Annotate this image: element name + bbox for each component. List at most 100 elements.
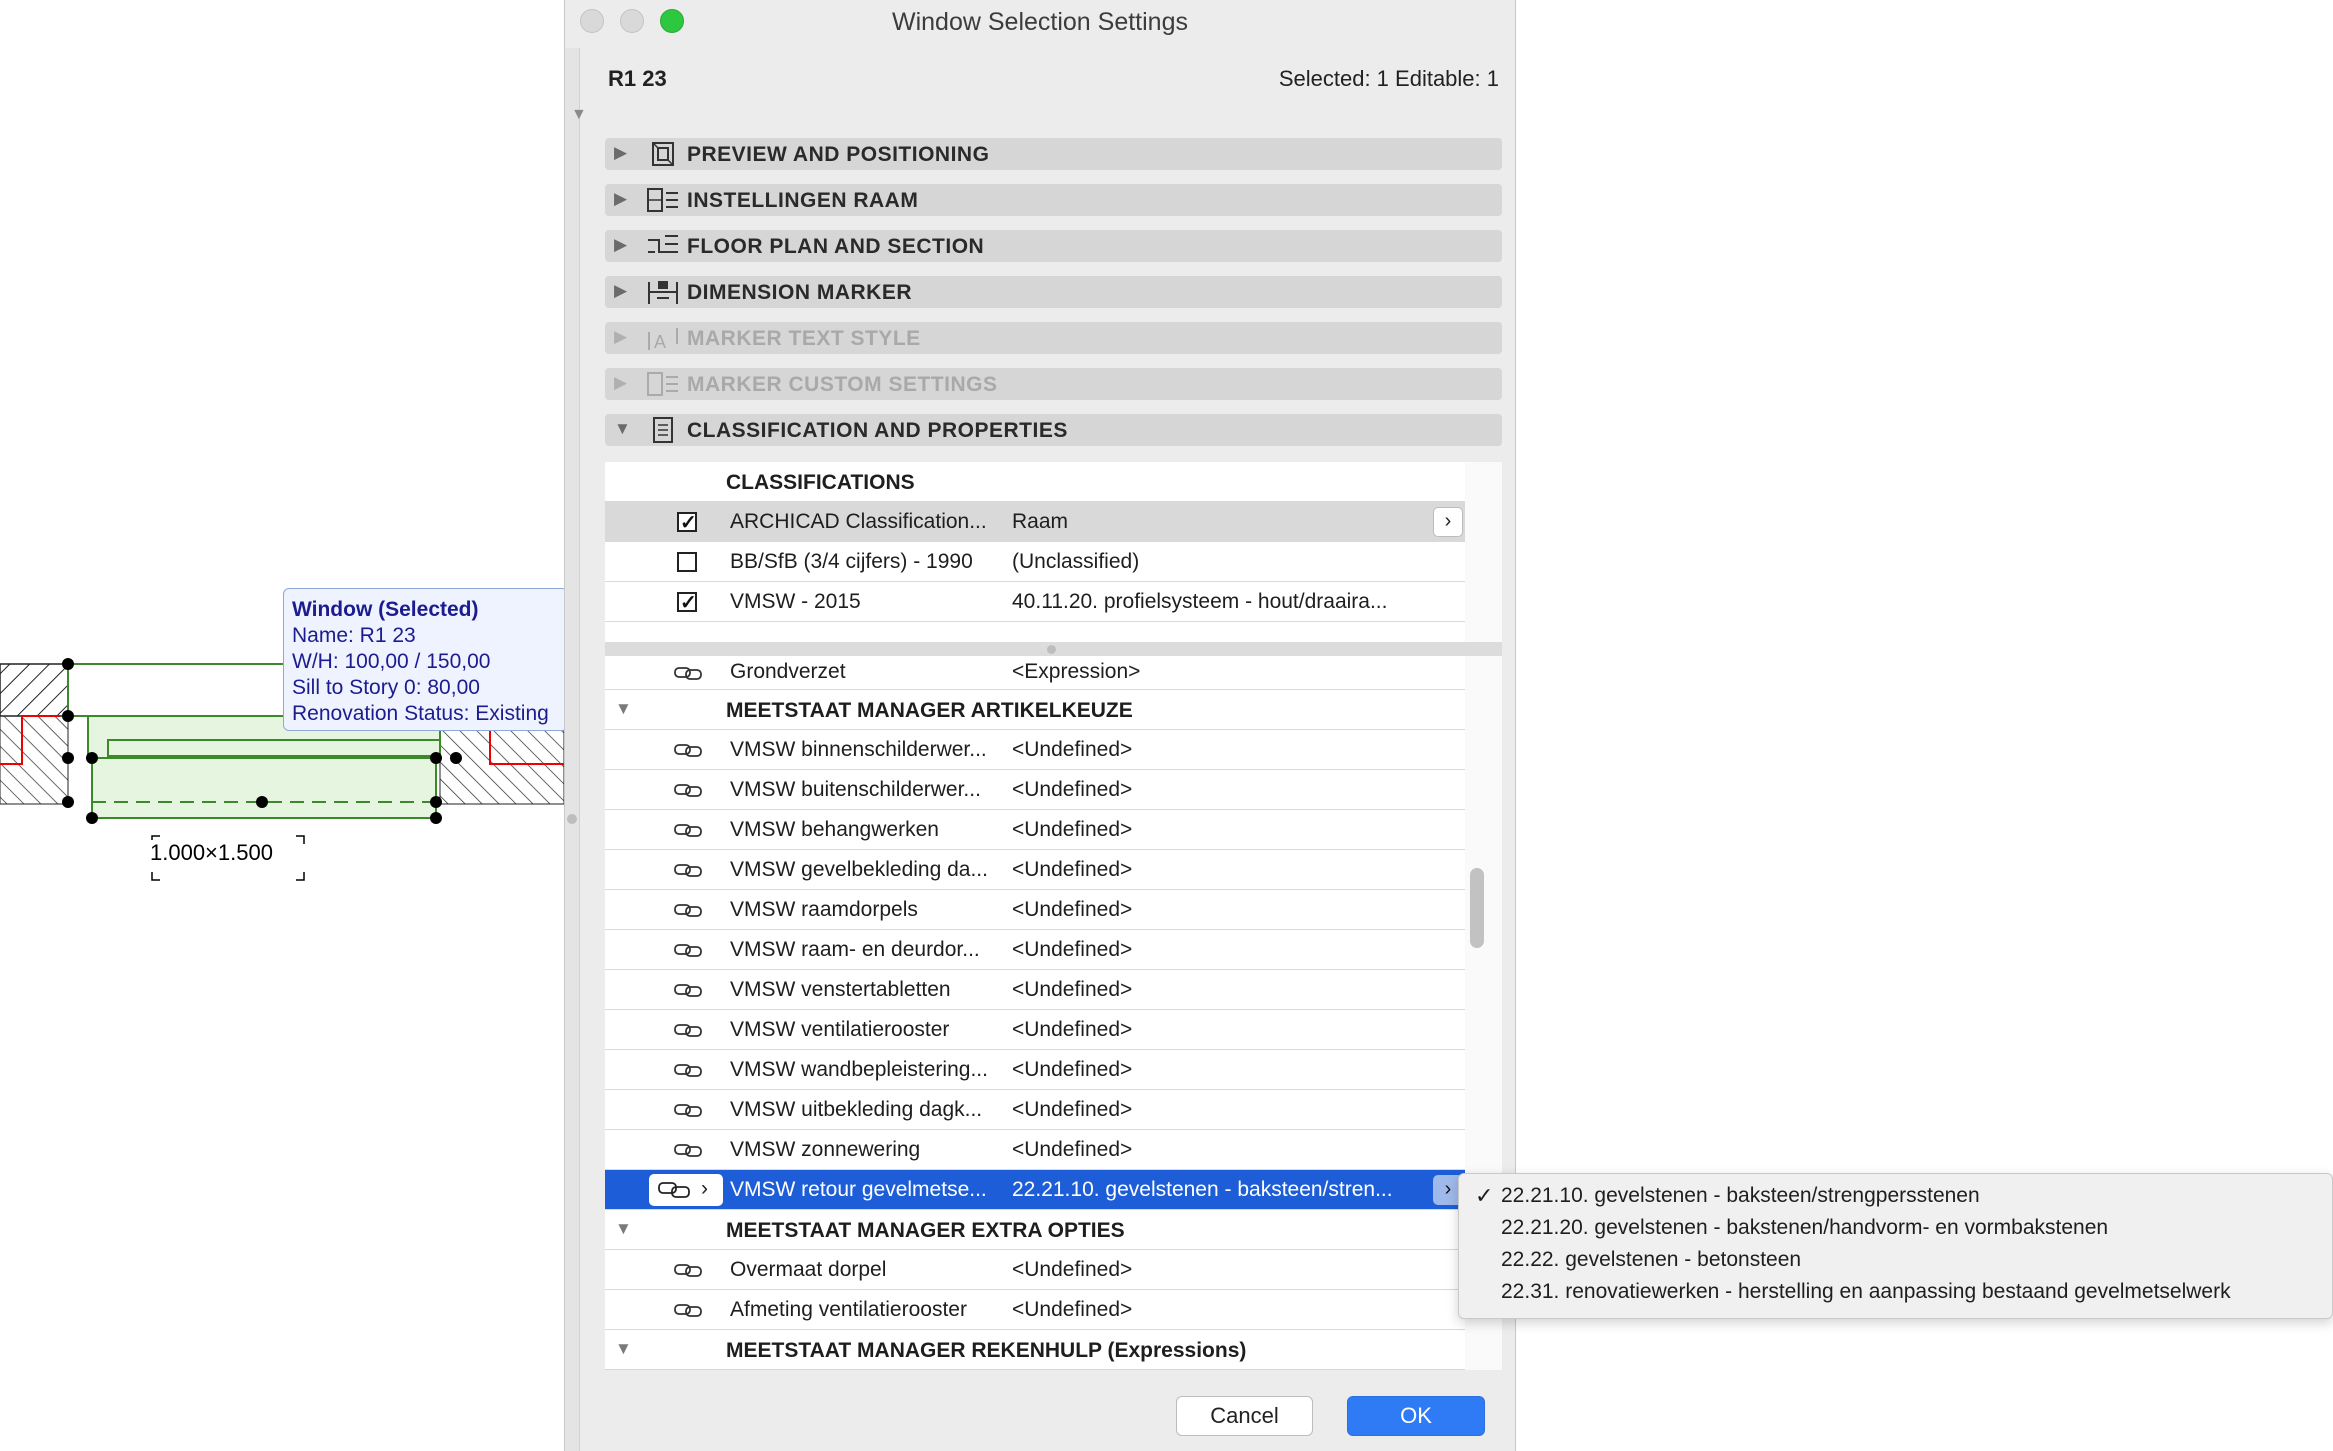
property-value[interactable]: 22.21.10. gevelstenen - baksteen/stren..…: [1012, 1178, 1393, 1202]
expand-arrow-icon[interactable]: ▶: [614, 281, 627, 301]
property-value[interactable]: <Expression>: [1012, 660, 1140, 684]
property-value[interactable]: <Undefined>: [1012, 858, 1132, 882]
property-row[interactable]: VMSW gevelbekleding da... <Undefined>: [605, 850, 1465, 890]
property-name: Grondverzet: [730, 660, 846, 683]
property-row-selected[interactable]: › VMSW retour gevelmetse... 22.21.10. ge…: [605, 1170, 1465, 1210]
classification-row[interactable]: BB/SfB (3/4 cijfers) - 1990 (Unclassifie…: [605, 542, 1465, 582]
tooltip-renovation: Renovation Status: Existing: [292, 702, 549, 725]
floor-plan-canvas[interactable]: Window (Selected) Name: R1 23 W/H: 100,0…: [0, 0, 568, 1451]
collapse-arrow-icon[interactable]: ▼: [614, 419, 631, 439]
dropdown-option[interactable]: ✓ 22.21.10. gevelstenen - baksteen/streng…: [1459, 1180, 2332, 1212]
property-value[interactable]: <Undefined>: [1012, 938, 1132, 962]
collapse-triangle-icon[interactable]: ▼: [615, 699, 632, 719]
panel-preview-and-positioning[interactable]: ▶ PREVIEW AND POSITIONING: [605, 138, 1502, 170]
classification-row[interactable]: ✓ ARCHICAD Classification... Raam ›: [605, 502, 1465, 542]
dropdown-option[interactable]: 22.21.20. gevelstenen - bakstenen/handvo…: [1459, 1212, 2332, 1244]
property-value[interactable]: <Undefined>: [1012, 1258, 1132, 1282]
tooltip-name: Name: R1 23: [292, 624, 416, 647]
expand-arrow-icon[interactable]: ▶: [614, 189, 627, 209]
property-value[interactable]: <Undefined>: [1012, 978, 1132, 1002]
property-row[interactable]: VMSW zonnewering <Undefined>: [605, 1130, 1465, 1170]
link-icon: [674, 667, 702, 680]
panel-classification-and-properties[interactable]: ▼ CLASSIFICATION AND PROPERTIES: [605, 414, 1502, 446]
classification-value[interactable]: Raam: [1012, 510, 1068, 534]
zoom-window-button[interactable]: [660, 9, 684, 33]
property-row[interactable]: VMSW wandbepleistering... <Undefined>: [605, 1050, 1465, 1090]
property-value[interactable]: <Undefined>: [1012, 738, 1132, 762]
checkmark-icon: ✓: [680, 512, 697, 534]
collapse-triangle-icon[interactable]: ▼: [615, 1339, 632, 1359]
property-name: Afmeting ventilatierooster: [730, 1298, 967, 1321]
property-row[interactable]: VMSW venstertabletten <Undefined>: [605, 970, 1465, 1010]
collapse-triangle-icon[interactable]: ▼: [571, 106, 587, 124]
floor-plan-icon: [648, 235, 678, 253]
property-group-row[interactable]: ▼ MEETSTAAT MANAGER REKENHULP (Expressio…: [605, 1330, 1465, 1370]
property-name: VMSW binnenschilderwer...: [730, 738, 987, 761]
classification-checkbox[interactable]: ✓: [677, 512, 697, 534]
expand-arrow-icon[interactable]: ▶: [614, 143, 627, 163]
property-row[interactable]: Grondverzet <Expression>: [605, 656, 1465, 690]
dropdown-option[interactable]: 22.31. renovatiewerken - herstelling en …: [1459, 1276, 2332, 1308]
dropdown-option[interactable]: 22.22. gevelstenen - betonsteen: [1459, 1244, 2332, 1276]
property-value[interactable]: <Undefined>: [1012, 818, 1132, 842]
panel-dimension-marker[interactable]: ▶ DIMENSION MARKER: [605, 276, 1502, 308]
dropdown-option-label: 22.21.20. gevelstenen - bakstenen/handvo…: [1501, 1216, 2109, 1239]
pane-splitter[interactable]: [605, 642, 1502, 656]
property-row[interactable]: Afmeting ventilatierooster <Undefined>: [605, 1290, 1465, 1330]
link-icon: [674, 1304, 702, 1317]
collapse-sidebar-strip[interactable]: ▼: [565, 48, 587, 1451]
property-value[interactable]: <Undefined>: [1012, 1298, 1132, 1322]
classification-checkbox[interactable]: ✓: [677, 592, 697, 614]
dimension-label[interactable]: 1.000×1.500: [150, 840, 273, 866]
property-group-label: MEETSTAAT MANAGER REKENHULP (Expressions…: [726, 1339, 1247, 1362]
property-value[interactable]: <Undefined>: [1012, 898, 1132, 922]
property-row[interactable]: VMSW raam- en deurdor... <Undefined>: [605, 930, 1465, 970]
link-icon: [674, 944, 702, 957]
property-value[interactable]: <Undefined>: [1012, 1018, 1132, 1042]
expand-arrow-icon[interactable]: ▶: [614, 235, 627, 255]
classification-row[interactable]: ✓ VMSW - 2015 40.11.20. profielsysteem -…: [605, 582, 1465, 622]
classification-checkbox[interactable]: [677, 552, 697, 572]
property-row[interactable]: VMSW raamdorpels <Undefined>: [605, 890, 1465, 930]
classifications-header-row: CLASSIFICATIONS: [605, 462, 1465, 502]
classifications-header: CLASSIFICATIONS: [726, 471, 915, 494]
property-row[interactable]: VMSW buitenschilderwer... <Undefined>: [605, 770, 1465, 810]
scrollbar-thumb[interactable]: [1470, 868, 1484, 948]
collapse-triangle-icon[interactable]: ▼: [615, 1219, 632, 1239]
link-icon: [674, 904, 702, 917]
classification-system: VMSW - 2015: [730, 590, 861, 613]
minimize-window-button[interactable]: [620, 9, 644, 33]
property-group-row[interactable]: ▼ MEETSTAAT MANAGER ARTIKELKEUZE: [605, 690, 1465, 730]
property-row[interactable]: Overmaat dorpel <Undefined>: [605, 1250, 1465, 1290]
property-row[interactable]: VMSW behangwerken <Undefined>: [605, 810, 1465, 850]
classification-value[interactable]: (Unclassified): [1012, 550, 1139, 574]
panel-label: CLASSIFICATION AND PROPERTIES: [687, 419, 1068, 442]
tooltip-sill: Sill to Story 0: 80,00: [292, 676, 480, 699]
sidebar-grip-handle[interactable]: [567, 814, 577, 824]
panel-instellingen-raam[interactable]: ▶ INSTELLINGEN RAAM: [605, 184, 1502, 216]
property-group-row[interactable]: ▼ MEETSTAAT MANAGER EXTRA OPTIES: [605, 1210, 1465, 1250]
cancel-button[interactable]: Cancel: [1176, 1396, 1313, 1436]
property-value[interactable]: <Undefined>: [1012, 1058, 1132, 1082]
dialog-titlebar[interactable]: Window Selection Settings: [565, 0, 1515, 42]
classification-value[interactable]: 40.11.20. profielsysteem - hout/draaira.…: [1012, 590, 1387, 614]
ok-button[interactable]: OK: [1347, 1396, 1485, 1436]
property-row[interactable]: VMSW uitbekleding dagk... <Undefined>: [605, 1090, 1465, 1130]
property-row[interactable]: VMSW binnenschilderwer... <Undefined>: [605, 730, 1465, 770]
link-icon: [674, 984, 702, 997]
close-window-button[interactable]: [580, 9, 604, 33]
chevron-right-icon[interactable]: ›: [1433, 507, 1463, 537]
panel-floor-plan-and-section[interactable]: ▶ FLOOR PLAN AND SECTION: [605, 230, 1502, 262]
property-value[interactable]: <Undefined>: [1012, 1138, 1132, 1162]
property-value[interactable]: <Undefined>: [1012, 1098, 1132, 1122]
link-menu-button[interactable]: ›: [649, 1174, 723, 1206]
property-name: VMSW gevelbekleding da...: [730, 858, 988, 881]
splitter-handle[interactable]: [1047, 645, 1056, 654]
panel-label: INSTELLINGEN RAAM: [687, 189, 919, 212]
link-icon: [674, 1104, 702, 1117]
property-row[interactable]: VMSW ventilatierooster <Undefined>: [605, 1010, 1465, 1050]
property-value[interactable]: <Undefined>: [1012, 778, 1132, 802]
classification-properties-table: CLASSIFICATIONS ✓ ARCHICAD Classificatio…: [605, 462, 1502, 1370]
element-id: R1 23: [608, 66, 667, 91]
window-settings-icon: [647, 188, 678, 212]
